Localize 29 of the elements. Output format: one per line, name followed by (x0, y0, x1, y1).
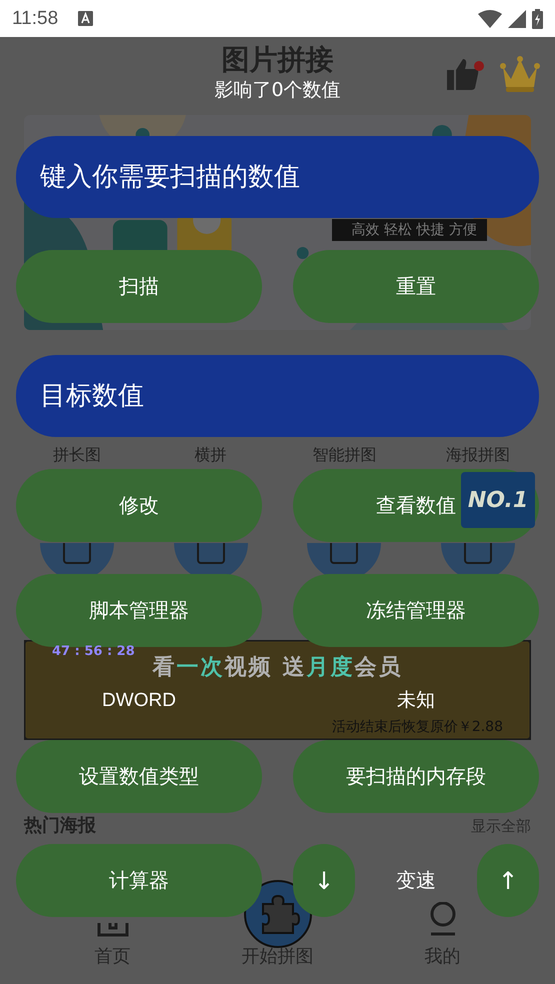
calculator-button[interactable]: 计算器 (16, 844, 262, 917)
thumbs-up-icon[interactable] (445, 57, 485, 91)
countdown-timer: 47 : 56 : 28 (52, 644, 136, 659)
scan-action-button[interactable]: 扫描 (16, 250, 262, 323)
setting-button[interactable]: 要扫描的内存段 (293, 740, 539, 813)
result-message: 影响了0个数值 (214, 78, 341, 102)
home-icon[interactable] (96, 923, 128, 937)
wifi-icon (478, 10, 502, 28)
target-value-field[interactable]: 目标数值 (16, 355, 539, 437)
profile-icon[interactable] (428, 902, 458, 936)
speed-label: 变速 (396, 867, 436, 894)
hero-tagline: 高效 轻松 快捷 方便 (332, 219, 487, 241)
action-button[interactable]: 冻结管理器 (293, 574, 539, 647)
notification-icon (78, 11, 94, 26)
up-button[interactable]: ↑ (477, 844, 539, 917)
signal-icon (508, 10, 526, 28)
down-button[interactable]: ↓ (293, 844, 355, 917)
action-button[interactable]: 修改 (16, 469, 262, 542)
scan-action-button[interactable]: 重置 (293, 250, 539, 323)
battery-icon (532, 8, 543, 28)
scan-value-field[interactable]: 键入你需要扫描的数值 (16, 136, 539, 218)
clock: 11:58 (12, 8, 58, 30)
crown-icon[interactable] (500, 55, 540, 93)
memory-region-label: 未知 (396, 690, 436, 710)
promo-headline: 看一次视频 送月度会员 (152, 655, 402, 681)
banner-background[interactable] (24, 640, 531, 740)
value-type-label: DWORD (101, 690, 177, 710)
setting-button[interactable]: 设置数值类型 (16, 740, 262, 813)
rank-badge: NO.1 (461, 472, 535, 528)
